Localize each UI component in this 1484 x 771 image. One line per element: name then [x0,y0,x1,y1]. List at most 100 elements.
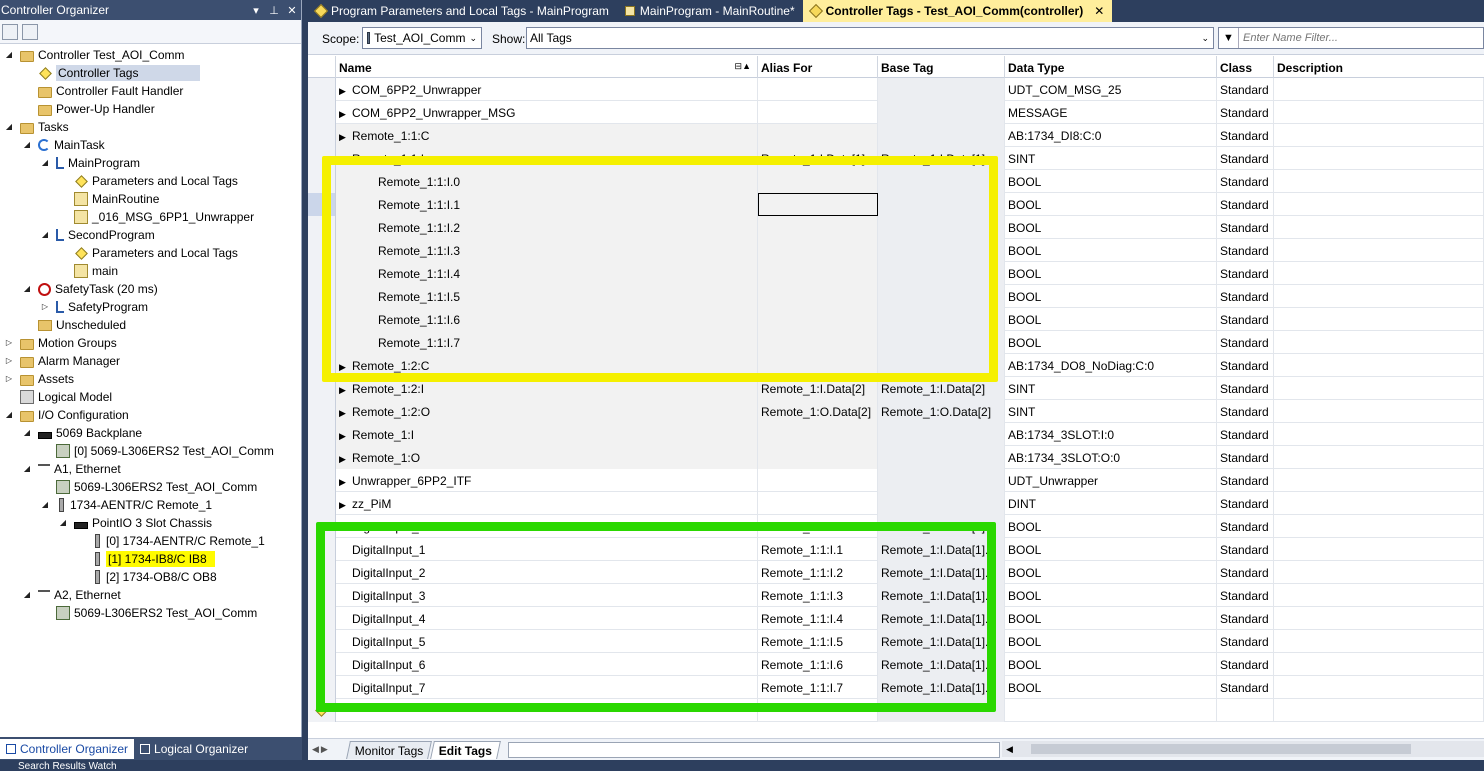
row-header[interactable] [308,653,336,676]
tree-item[interactable]: [1] 1734-IB8/C IB8 [76,550,215,568]
cell-desc[interactable] [1274,101,1484,124]
row-header[interactable] [308,239,336,262]
tree-item[interactable]: _016_MSG_6PP1_Unwrapper [58,208,254,226]
cell-name[interactable]: ▶ Remote_1:O [336,446,758,469]
row-header[interactable] [308,285,336,308]
cell-base[interactable] [878,308,1005,331]
tag-row[interactable]: Remote_1:1:I.2 BOOL Standard [308,216,1484,239]
cell-base[interactable] [878,699,1005,722]
expander-icon[interactable]: ◢ [22,464,32,474]
tree-item[interactable]: 5069-L306ERS2 Test_AOI_Comm [40,478,257,496]
cell-base[interactable] [878,354,1005,377]
tag-row[interactable]: DigitalInput_2 Remote_1:1:I.2 Remote_1:I.D… [308,561,1484,584]
cell-desc[interactable] [1274,193,1484,216]
cell-alias[interactable] [758,78,878,101]
cell-name[interactable]: DigitalInput_3 [336,584,758,607]
tree-item[interactable]: ▷ Alarm Manager [4,352,120,370]
cell-desc[interactable] [1274,147,1484,170]
tree-item[interactable]: Controller Tags [22,64,201,82]
row-header[interactable] [308,492,336,515]
cell-base[interactable] [878,285,1005,308]
cell-type[interactable]: BOOL [1005,538,1217,561]
cell-class[interactable]: Standard [1217,377,1274,400]
cell-desc[interactable] [1274,515,1484,538]
tree-item[interactable]: Parameters and Local Tags [58,172,238,190]
cell-type[interactable]: BOOL [1005,285,1217,308]
cell-class[interactable]: Standard [1217,561,1274,584]
cell-name[interactable]: Remote_1:1:I.7 [336,331,758,354]
tree-item[interactable]: [0] 1734-AENTR/C Remote_1 [76,532,265,550]
tag-row[interactable]: ▶ COM_6PP2_Unwrapper_MSG MESSAGE Standard [308,101,1484,124]
row-header[interactable] [308,216,336,239]
tag-row[interactable]: DigitalInput_1 Remote_1:1:I.1 Remote_1:I.D… [308,538,1484,561]
cell-name[interactable]: ▶ Remote_1:2:I [336,377,758,400]
cell-base[interactable] [878,446,1005,469]
cell-desc[interactable] [1274,538,1484,561]
cell-name[interactable]: ▶ COM_6PP2_Unwrapper_MSG [336,101,758,124]
cell-name[interactable]: ▶ Remote_1:2:O [336,400,758,423]
cell-desc[interactable] [1274,423,1484,446]
scroll-left-icon[interactable]: ◀ [1002,744,1013,755]
expander-icon[interactable]: ◢ [22,428,32,438]
cell-alias[interactable]: Remote_1:1:I.7 [758,676,878,699]
expand-icon[interactable]: ▶ [339,362,349,373]
cell-type[interactable]: BOOL [1005,630,1217,653]
tag-row[interactable]: Remote_1:1:I.7 BOOL Standard [308,331,1484,354]
cell-name[interactable]: ▶ Remote_1:1:C [336,124,758,147]
cell-base[interactable]: Remote_1:I.Data[1].3 [878,584,1005,607]
row-header[interactable] [308,630,336,653]
tree-item[interactable]: [2] 1734-OB8/C OB8 [76,568,217,586]
tree-item[interactable]: ◢ SecondProgram [40,226,155,244]
tag-row[interactable]: ▶ zz_PiM DINT Standard [308,492,1484,515]
tag-row[interactable]: ▶ Unwrapper_6PP2_ITF UDT_Unwrapper Standard [308,469,1484,492]
cell-desc[interactable] [1274,262,1484,285]
tree-item[interactable]: ◢ A2, Ethernet [22,586,121,604]
pin-icon[interactable]: ⊥ [265,4,283,17]
cell-type[interactable]: MESSAGE [1005,101,1217,124]
cell-base[interactable]: Remote_1:I.Data[1] [878,147,1005,170]
tab-program-parameters[interactable]: Program Parameters and Local Tags - Main… [308,0,617,22]
cell-alias[interactable]: Remote_1:O.Data[2] [758,400,878,423]
tab-edit-tags[interactable]: Edit Tags [430,740,502,759]
cell-class[interactable]: Standard [1217,423,1274,446]
tree-item[interactable]: ◢ I/O Configuration [4,406,129,424]
cell-type[interactable]: SINT [1005,147,1217,170]
row-header[interactable] [308,469,336,492]
expander-icon[interactable]: ◢ [22,140,32,150]
expander-icon[interactable]: ▷ [4,374,14,384]
scope-select[interactable]: Test_AOI_Comm ⌄ [362,27,482,49]
cell-class[interactable]: Standard [1217,193,1274,216]
cell-desc[interactable] [1274,354,1484,377]
cell-class[interactable]: Standard [1217,124,1274,147]
expander-icon[interactable]: ▷ [4,338,14,348]
tab-logical-organizer[interactable]: Logical Organizer [134,739,254,759]
expand-icon[interactable]: ▶ [339,431,349,442]
cell-alias[interactable] [758,492,878,515]
cell-class[interactable]: Standard [1217,607,1274,630]
cell-type[interactable]: BOOL [1005,308,1217,331]
expand-icon[interactable]: ◢ [339,155,349,166]
cell-name[interactable]: Remote_1:1:I.6 [336,308,758,331]
bottom-scroll-area[interactable] [507,741,1000,758]
tree-item[interactable]: ◢ 1734-AENTR/C Remote_1 [40,496,212,514]
tag-row[interactable]: Remote_1:1:I.5 BOOL Standard [308,285,1484,308]
cell-class[interactable]: Standard [1217,285,1274,308]
cell-type[interactable]: BOOL [1005,331,1217,354]
cell-class[interactable]: Standard [1217,653,1274,676]
cell-type[interactable]: AB:1734_3SLOT:O:0 [1005,446,1217,469]
row-header[interactable] [308,446,336,469]
tree-item[interactable]: ◢ MainTask [22,136,105,154]
tag-row[interactable]: ▶ Remote_1:2:C AB:1734_DO8_NoDiag:C:0 Stand… [308,354,1484,377]
cell-desc[interactable] [1274,170,1484,193]
cell-alias[interactable] [758,446,878,469]
tree-item[interactable]: ◢ SafetyTask (20 ms) [22,280,158,298]
cell-desc[interactable] [1274,216,1484,239]
cell-desc[interactable] [1274,308,1484,331]
cell-type[interactable]: BOOL [1005,515,1217,538]
cell-class[interactable]: Standard [1217,584,1274,607]
cell-desc[interactable] [1274,492,1484,515]
row-header[interactable] [308,78,336,101]
expand-all-icon[interactable] [22,23,38,40]
cell-class[interactable]: Standard [1217,492,1274,515]
cell-name[interactable]: Remote_1:1:I.4 [336,262,758,285]
